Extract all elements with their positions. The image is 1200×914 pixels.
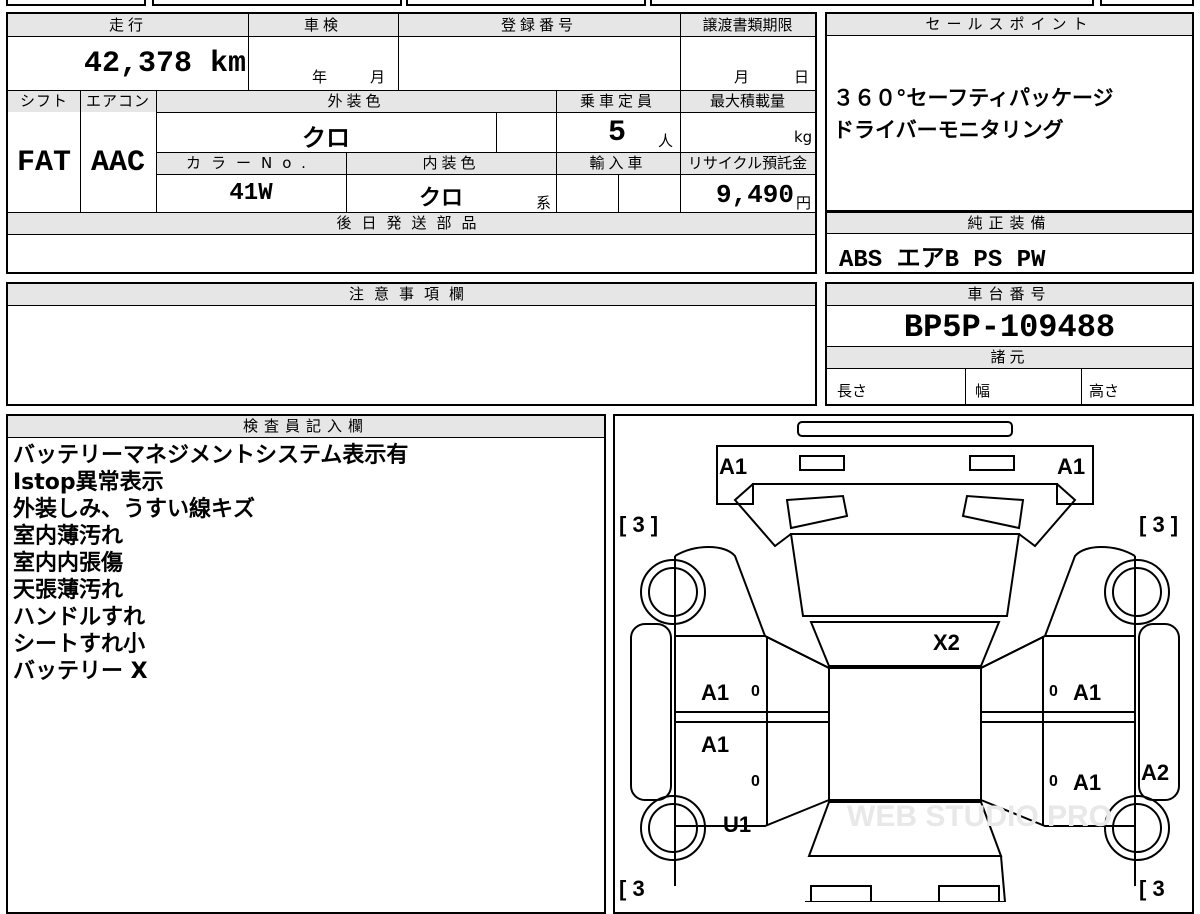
shaken-year: 年 [312, 68, 328, 86]
front-right-mark: A1 [1057, 454, 1085, 479]
chassis-label: 車台番号 [827, 284, 1192, 306]
note-line: バッテリーマネジメントシステム表示有 [13, 443, 409, 468]
sales-point-label: セールスポイント [827, 14, 1192, 36]
specs-label: 諸元 [990, 348, 1029, 366]
height-label: 高さ [1089, 382, 1120, 400]
interior-color-value: クロ [418, 186, 463, 211]
mileage-label: 走行 [108, 16, 147, 34]
exterior-color-value: クロ [302, 124, 350, 152]
chassis-number: BP5P-109488 [903, 309, 1116, 346]
aircon-label: エアコン [85, 92, 150, 110]
top-cutoff-row [6, 0, 1194, 6]
note-line: Istop異常表示 [13, 470, 164, 495]
shaken-month: 月 [370, 68, 386, 86]
note-line: 外装しみ、うすい線キズ [13, 497, 256, 522]
front-left-mark: A1 [719, 454, 747, 479]
interior-color-label: 内装色 [422, 154, 480, 172]
right-rear-door-mark: A1 [1073, 770, 1101, 795]
left-rear-fender-mark: U1 [723, 812, 751, 837]
recycle-deposit-value: 9,490 [715, 180, 794, 210]
transfer-deadline-label: 譲渡書類期限 [702, 16, 793, 34]
equipment-value: ABS エアB PS PW [839, 247, 1046, 274]
note-line: バッテリー X [13, 659, 148, 684]
note-line: 室内薄汚れ [13, 524, 124, 549]
inspector-box: 検査員記入欄 バッテリーマネジメントシステム表示有 Istop異常表示 外装しみ… [6, 414, 606, 914]
capacity-label: 乗車定員 [579, 92, 656, 110]
zero-mark: 0 [751, 773, 760, 790]
import-label: 輸入車 [589, 154, 647, 172]
capacity-unit: 人 [658, 132, 674, 150]
car-diagram-box: A1 A1 [ 3 ] [ 3 ] [ 3 [ 3 X2 A1 A1 A1 A1… [613, 414, 1194, 914]
equipment-box: 純正装備 ABS エアB PS PW [825, 212, 1194, 274]
max-load-label: 最大積載量 [709, 92, 785, 110]
roof-mark: X2 [933, 630, 960, 655]
zero-mark: 0 [1049, 773, 1058, 790]
note-line: 天張薄汚れ [13, 578, 124, 603]
zero-mark: 0 [1049, 683, 1058, 700]
width-label: 幅 [975, 382, 991, 400]
color-number-value: 41W [229, 180, 273, 207]
note-line: シートすれ小 [13, 632, 146, 657]
length-label: 長さ [837, 382, 868, 400]
zero-mark: 0 [751, 683, 760, 700]
shift-label: シフト [19, 92, 68, 110]
inspector-notes: バッテリーマネジメントシステム表示有 Istop異常表示 外装しみ、うすい線キズ… [13, 442, 408, 685]
registration-label: 登録番号 [500, 16, 577, 34]
sales-point-line-1: ３６０°セーフティパッケージ [833, 86, 1114, 110]
chassis-box: 車台番号 BP5P-109488 諸元 長さ 幅 高さ [825, 282, 1194, 406]
watermark: WEB STUDIO PRO [847, 800, 1112, 833]
spec-table: 走行 車検 登録番号 譲渡書類期限 42,378 km 年 月 月 日 シフト … [6, 12, 817, 274]
transfer-day: 日 [794, 68, 810, 86]
recycle-deposit-unit: 円 [796, 194, 812, 212]
capacity-value: 5 [608, 116, 627, 150]
bracket-top-right: [ 3 ] [1139, 512, 1178, 537]
max-load-unit: kg [794, 128, 813, 146]
bracket-bottom-left: [ 3 [619, 876, 645, 901]
later-parts-label: 後日発送部品 [336, 214, 487, 232]
note-line: 室内内張傷 [13, 551, 124, 576]
caution-label: 注意事項欄 [8, 284, 815, 306]
caution-box: 注意事項欄 [6, 282, 817, 406]
shaken-label: 車検 [303, 16, 342, 34]
right-rear-fender-mark: A2 [1141, 760, 1169, 785]
car-diagram: A1 A1 [ 3 ] [ 3 ] [ 3 [ 3 X2 A1 A1 A1 A1… [619, 421, 1180, 902]
sales-point-line-2: ドライバーモニタリング [833, 118, 1064, 142]
left-front-door-mark: A1 [701, 680, 729, 705]
interior-color-suffix: 系 [536, 194, 552, 212]
recycle-deposit-label: リサイクル預託金 [687, 154, 808, 172]
transfer-month: 月 [734, 68, 750, 86]
bracket-bottom-right: [ 3 [1139, 876, 1165, 901]
color-number-label: カラーNo. [186, 154, 316, 172]
mileage-value: 42,378 km [83, 47, 246, 81]
inspector-label: 検査員記入欄 [8, 416, 604, 438]
shift-value: FAT [16, 146, 71, 180]
exterior-color-label: 外装色 [327, 92, 385, 110]
sales-point-box: セールスポイント ３６０°セーフティパッケージ ドライバーモニタリング [825, 12, 1194, 212]
note-line: ハンドルすれ [13, 605, 146, 630]
bracket-top-left: [ 3 ] [619, 512, 658, 537]
right-front-door-mark: A1 [1073, 680, 1101, 705]
equipment-label: 純正装備 [827, 212, 1192, 234]
aircon-value: AAC [90, 146, 145, 180]
left-rear-door-mark: A1 [701, 732, 729, 757]
